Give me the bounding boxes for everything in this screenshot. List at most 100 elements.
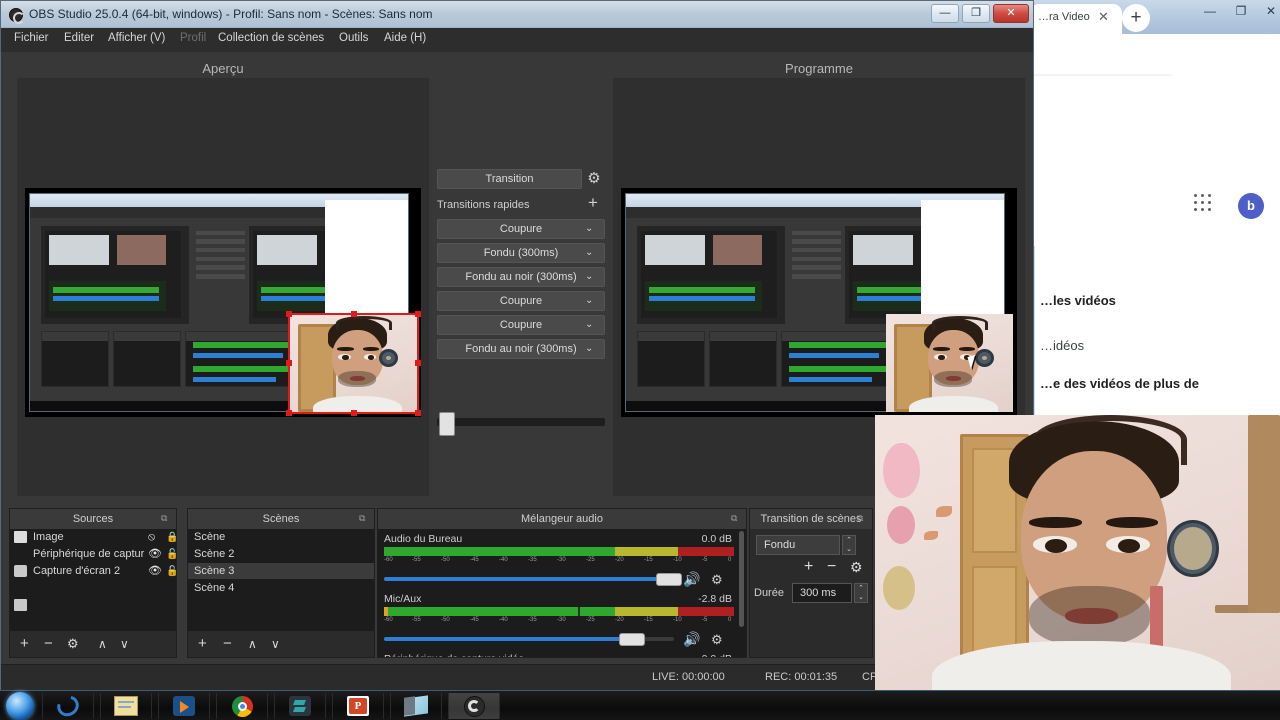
- taskbar-item-notepad[interactable]: [100, 693, 152, 719]
- page-text-line[interactable]: …e des vidéos de plus de: [1040, 376, 1199, 391]
- taskbar-item-filmora[interactable]: [274, 693, 326, 719]
- transition-spinner[interactable]: ⌃ ⌄: [842, 535, 856, 555]
- scenes-list[interactable]: Scène Scène 2 Scène 3 Scène 4: [188, 529, 374, 631]
- speaker-icon[interactable]: 🔊: [683, 571, 700, 588]
- gear-icon[interactable]: ⚙: [585, 169, 603, 189]
- scene-row[interactable]: Scène 2: [188, 546, 374, 562]
- menu-item-fichier[interactable]: Fichier: [14, 32, 49, 44]
- google-apps-grid-icon[interactable]: [1194, 194, 1214, 214]
- quick-transition-3[interactable]: Fondu au noir (300ms): [437, 267, 605, 287]
- quick-transition-2[interactable]: Fondu (300ms): [437, 243, 605, 263]
- page-text-line[interactable]: …les vidéos: [1040, 293, 1116, 308]
- remove-transition-button[interactable]: −: [827, 557, 836, 577]
- lock-open-icon[interactable]: 🔓: [166, 547, 176, 563]
- move-source-up-button[interactable]: ∧: [98, 631, 107, 657]
- add-scene-button[interactable]: +: [198, 631, 207, 657]
- chevron-down-icon[interactable]: ⌄: [585, 319, 593, 330]
- gear-icon[interactable]: ⚙: [850, 557, 863, 577]
- windows-orb-icon[interactable]: [6, 692, 34, 720]
- menu-item-afficher[interactable]: Afficher (V): [108, 32, 165, 44]
- visibility-on-icon[interactable]: 👁: [148, 546, 162, 562]
- volume-slider-handle[interactable]: [619, 633, 645, 646]
- menu-item-editer[interactable]: Editer: [64, 32, 94, 44]
- obs-minimize-button[interactable]: —: [931, 4, 959, 23]
- gear-icon[interactable]: ⚙: [711, 632, 723, 648]
- quick-transition-6[interactable]: Fondu au noir (300ms): [437, 339, 605, 359]
- pin-icon[interactable]: ⧉: [359, 513, 369, 523]
- avatar[interactable]: b: [1238, 193, 1264, 219]
- pin-icon[interactable]: ⧉: [857, 513, 867, 523]
- quick-transition-4[interactable]: Coupure: [437, 291, 605, 311]
- taskbar-item-photo-editor[interactable]: [390, 693, 442, 719]
- move-scene-down-button[interactable]: ∨: [271, 631, 280, 657]
- preview-canvas-area[interactable]: [17, 78, 429, 496]
- lock-closed-icon[interactable]: 🔒: [166, 530, 176, 546]
- close-icon[interactable]: ✕: [1096, 9, 1111, 24]
- lock-open-icon[interactable]: 🔓: [166, 564, 176, 580]
- visibility-off-icon[interactable]: ⦸: [148, 529, 155, 545]
- obs-maximize-button[interactable]: ❐: [962, 4, 990, 23]
- sources-list[interactable]: Image ⦸ 🔒 Périphérique de captur 👁 🔓 Cap…: [10, 529, 176, 631]
- chevron-down-icon[interactable]: ⌄: [585, 223, 593, 234]
- mixer-scrollbar[interactable]: [739, 531, 744, 627]
- screen: …ra Video ✕ + — ❐ ✕ ☆ ≡♪ b b …les vidéos…: [0, 0, 1280, 720]
- source-row-display[interactable]: Capture d'écran 2 👁 🔓: [10, 563, 176, 611]
- obs-title-bar[interactable]: OBS Studio 25.0.4 (64-bit, windows) - Pr…: [1, 1, 1033, 28]
- db-tick: -60: [384, 557, 393, 563]
- new-tab-button[interactable]: +: [1122, 4, 1150, 32]
- taskbar-item-obs-studio[interactable]: [448, 693, 500, 719]
- transition-tbar-track[interactable]: [437, 418, 605, 426]
- add-quick-transition-button[interactable]: +: [584, 194, 602, 212]
- obs-close-button[interactable]: ✕: [993, 4, 1029, 23]
- menu-item-collection[interactable]: Collection de scènes: [218, 32, 324, 44]
- scene-row[interactable]: Scène 4: [188, 580, 374, 596]
- chevron-down-icon[interactable]: ⌄: [585, 343, 593, 354]
- scene-row-selected[interactable]: Scène 3: [188, 563, 374, 579]
- source-properties-button[interactable]: ⚙: [67, 631, 79, 657]
- move-scene-up-button[interactable]: ∧: [248, 631, 257, 657]
- source-selection-box[interactable]: [286, 310, 421, 416]
- source-row-image[interactable]: Image ⦸ 🔒: [10, 529, 176, 545]
- transition-tbar-handle[interactable]: [439, 412, 455, 436]
- chevron-down-icon[interactable]: ⌄: [585, 271, 593, 282]
- db-tick: -25: [586, 617, 595, 623]
- taskbar-item-media-player[interactable]: [158, 693, 210, 719]
- transition-select[interactable]: Fondu: [756, 535, 840, 555]
- menu-item-outils[interactable]: Outils: [339, 32, 368, 44]
- chevron-down-icon[interactable]: ⌄: [585, 247, 593, 258]
- page-text-line[interactable]: …idéos: [1040, 338, 1084, 353]
- quick-transition-1[interactable]: Coupure: [437, 219, 605, 239]
- duration-field[interactable]: 300 ms: [792, 583, 852, 603]
- menu-item-profil[interactable]: Profil: [180, 32, 206, 44]
- taskbar-item-powerpoint[interactable]: P: [332, 693, 384, 719]
- taskbar-item-internet-explorer[interactable]: [42, 691, 94, 720]
- move-source-down-button[interactable]: ∨: [120, 631, 129, 657]
- channel-db: 0.0 dB: [701, 533, 732, 545]
- volume-slider-handle[interactable]: [656, 573, 682, 586]
- browser-minimize-button[interactable]: —: [1195, 0, 1225, 22]
- duration-spinner[interactable]: ⌃ ⌄: [854, 583, 868, 603]
- remove-source-button[interactable]: −: [44, 631, 53, 657]
- scene-row[interactable]: Scène: [188, 529, 374, 545]
- channel-name: Mic/Aux: [384, 593, 422, 605]
- add-transition-button[interactable]: +: [804, 557, 813, 577]
- quick-transition-5[interactable]: Coupure: [437, 315, 605, 335]
- quick-transitions-label: Transitions rapides: [437, 199, 530, 211]
- browser-close-button[interactable]: ✕: [1256, 0, 1280, 22]
- audio-mixer-dock: Mélangeur audio ⧉ Audio du Bureau 0.0 dB…: [377, 508, 747, 658]
- mixer-channels: Audio du Bureau 0.0 dB -60 -55 -50 -45 -…: [378, 529, 746, 657]
- chevron-down-icon[interactable]: ⌄: [585, 295, 593, 306]
- speaker-icon[interactable]: 🔊: [683, 631, 700, 648]
- browser-restore-button[interactable]: ❐: [1226, 0, 1256, 22]
- menu-item-aide[interactable]: Aide (H): [384, 32, 426, 44]
- visibility-on-icon[interactable]: 👁: [148, 563, 162, 579]
- gear-icon[interactable]: ⚙: [711, 572, 723, 588]
- pin-icon[interactable]: ⧉: [731, 513, 741, 523]
- preview-canvas[interactable]: [25, 188, 421, 417]
- transition-button[interactable]: Transition: [437, 169, 582, 189]
- source-row-camera[interactable]: Périphérique de captur 👁 🔓: [10, 546, 176, 577]
- add-source-button[interactable]: +: [20, 631, 29, 657]
- pin-icon[interactable]: ⧉: [161, 513, 171, 523]
- taskbar-item-chrome[interactable]: [216, 693, 268, 719]
- remove-scene-button[interactable]: −: [223, 631, 232, 657]
